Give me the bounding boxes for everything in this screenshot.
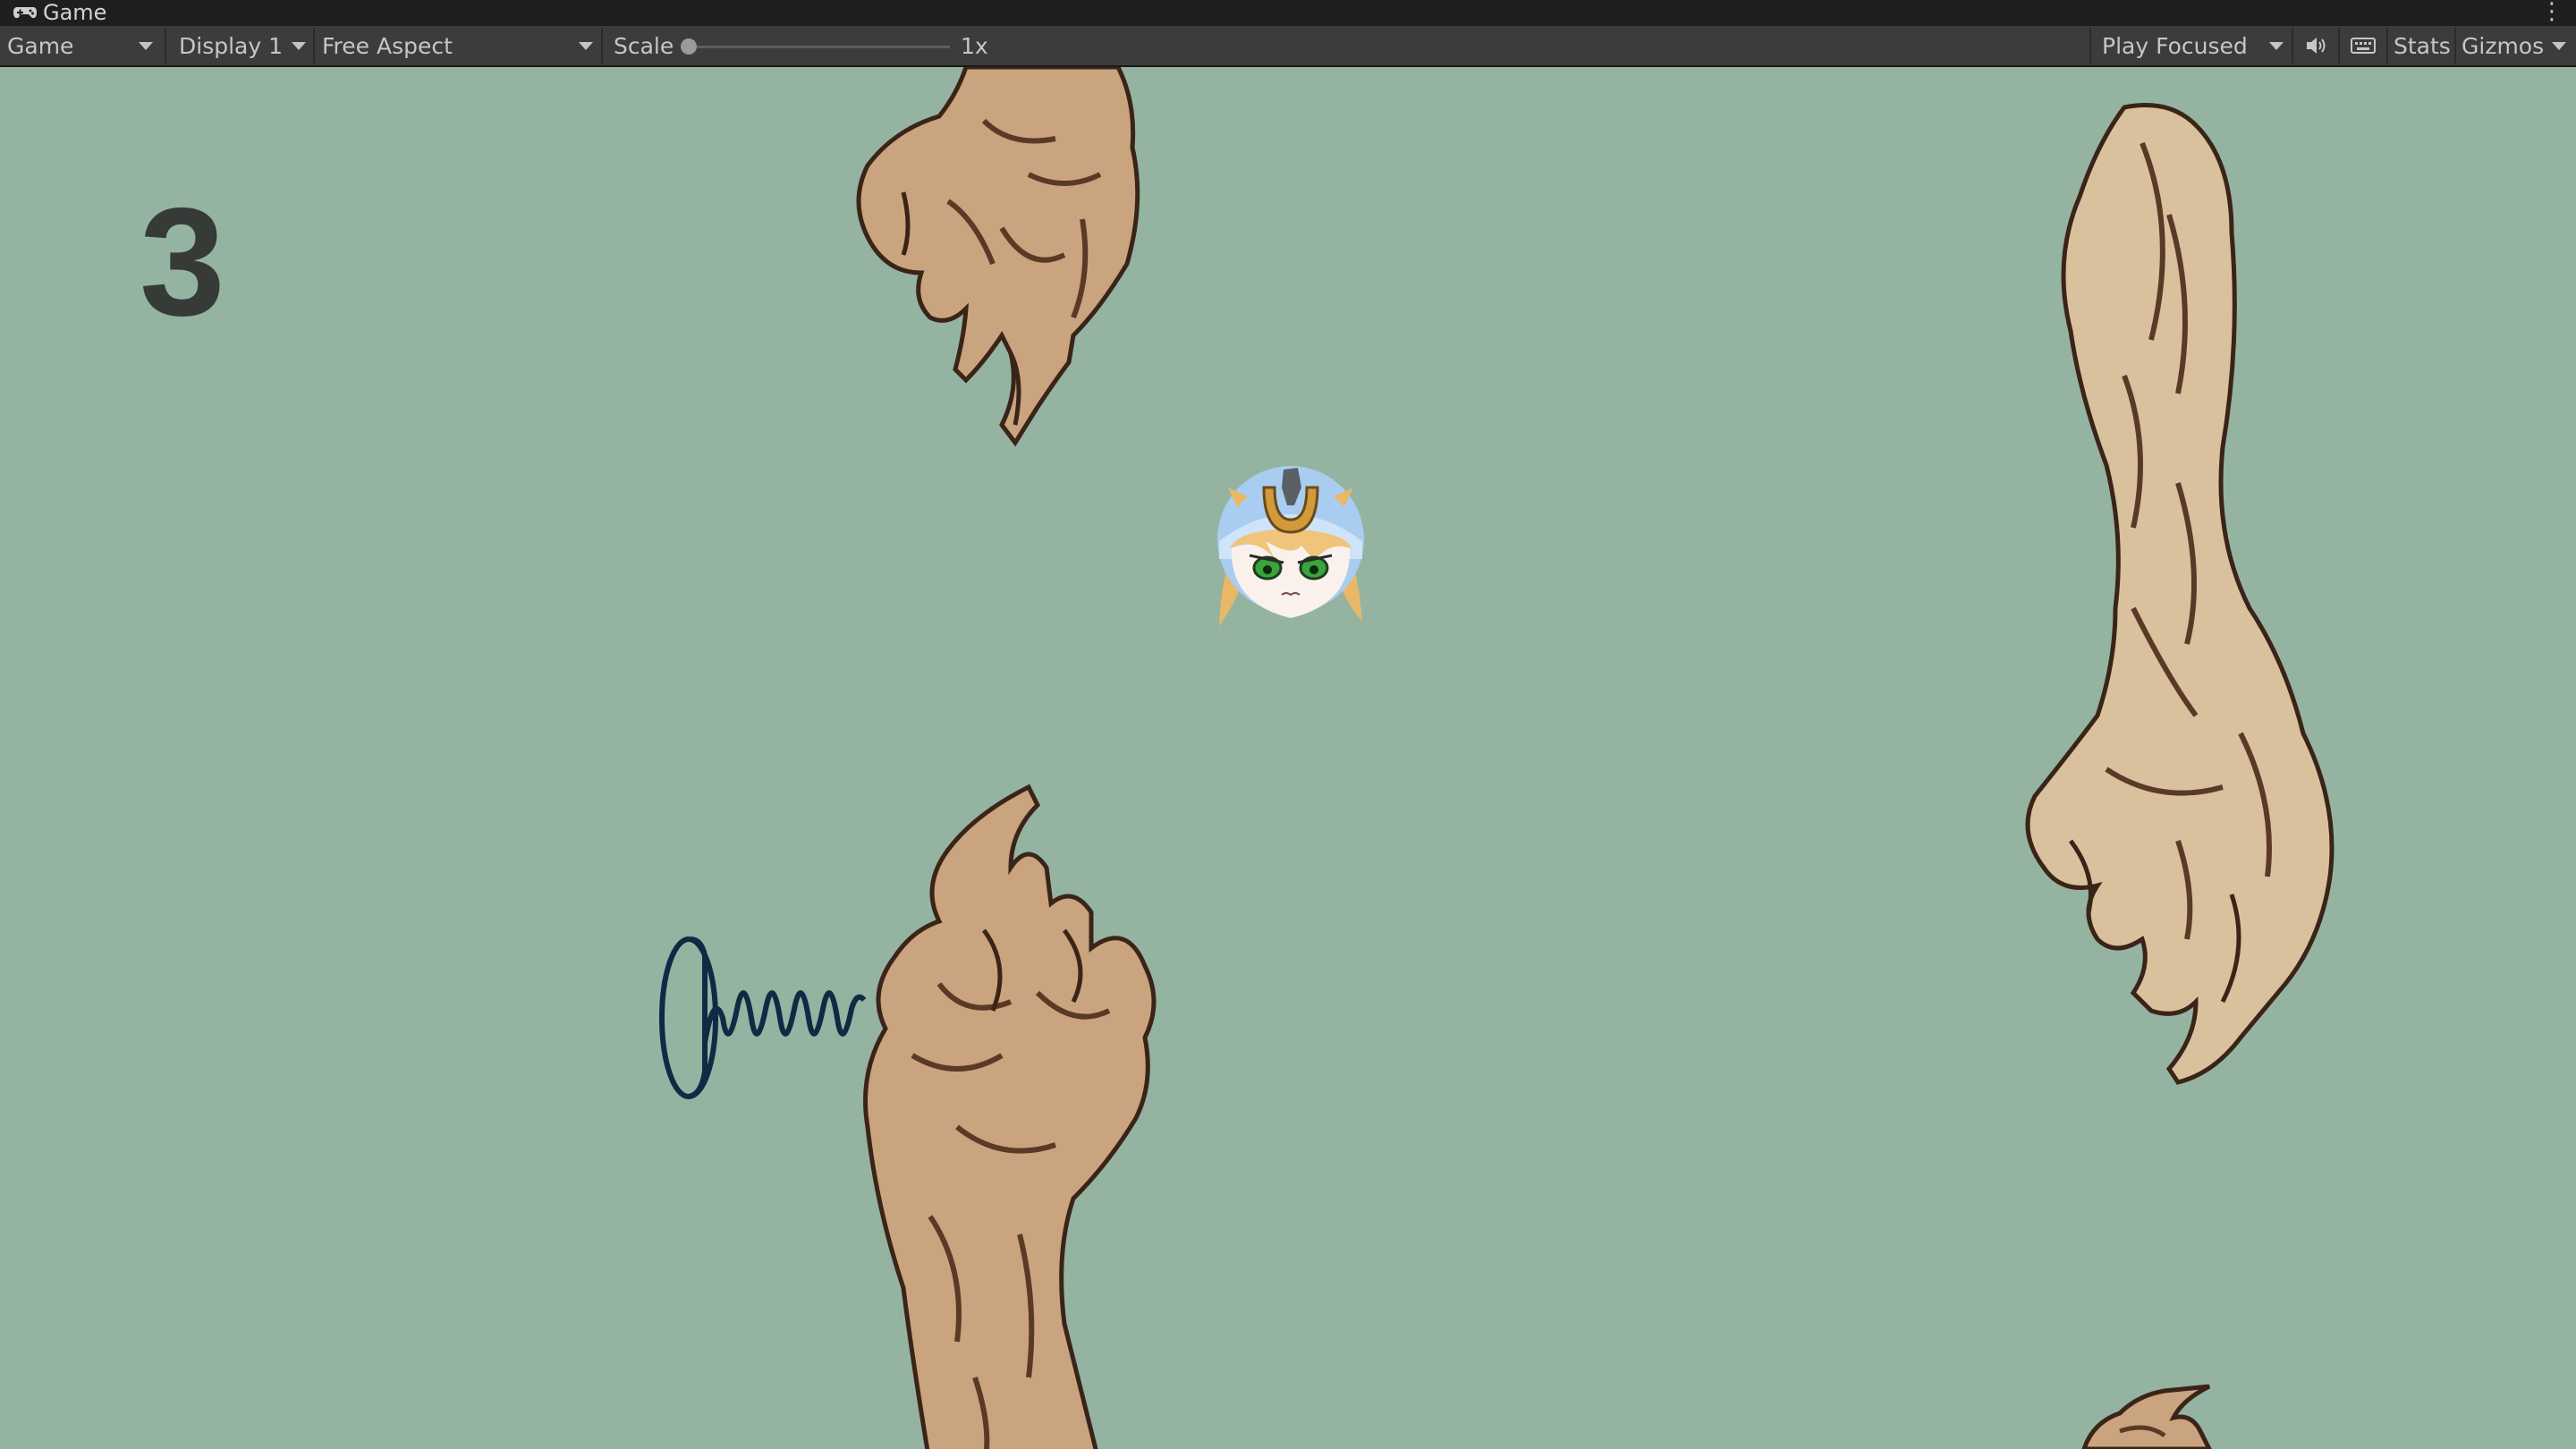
scale-slider-thumb[interactable]: [681, 38, 697, 55]
obstacle-claw-bottom: [863, 784, 1157, 1449]
player-character: [1217, 466, 1364, 626]
keyboard-icon[interactable]: [2345, 26, 2381, 65]
toolbar-divider: [601, 28, 603, 64]
game-tab-label: Game: [43, 0, 107, 25]
play-mode-value: Play Focused: [2102, 32, 2248, 59]
scale-slider-track[interactable]: [689, 46, 950, 48]
aspect-dropdown[interactable]: Free Aspect: [322, 26, 590, 65]
game-view-toolbar: Game Display 1 Free Aspect Scale 1x Play…: [0, 26, 2576, 67]
obstacle-claw-right: [2025, 103, 2334, 1085]
toolbar-divider: [2292, 28, 2293, 64]
toolbar-divider: [313, 28, 315, 64]
speaker-icon[interactable]: [2301, 26, 2333, 65]
game-tab[interactable]: Game: [13, 0, 106, 26]
toolbar-divider: [165, 28, 166, 64]
aspect-value: Free Aspect: [322, 32, 453, 59]
toolbar-divider: [2454, 28, 2456, 64]
play-mode-dropdown[interactable]: Play Focused: [2102, 26, 2263, 65]
view-mode-value: Game: [7, 32, 74, 59]
spring-powerup: [659, 936, 867, 1099]
score-counter: 3: [140, 176, 225, 348]
obstacle-claw-bottom-right: [2081, 1384, 2212, 1449]
chevron-down-icon: [139, 42, 153, 50]
scale-label: Scale: [614, 32, 674, 59]
chevron-down-icon: [292, 42, 306, 50]
toolbar-divider: [2089, 28, 2091, 64]
stats-button[interactable]: Stats: [2394, 26, 2451, 65]
display-value: Display 1: [179, 32, 284, 59]
scale-value: 1x: [961, 32, 988, 59]
obstacle-claw-top-left: [856, 67, 1140, 447]
chevron-down-icon: [2269, 42, 2284, 50]
toolbar-divider: [2338, 28, 2340, 64]
gamepad-icon: [13, 0, 38, 26]
window-titlebar: Game ⋮: [0, 0, 2576, 26]
gizmos-dropdown-chevron-icon[interactable]: [2552, 42, 2566, 50]
game-viewport[interactable]: 3: [0, 67, 2576, 1449]
chevron-down-icon: [579, 42, 593, 50]
gizmos-button[interactable]: Gizmos: [2462, 26, 2544, 65]
toolbar-divider: [2386, 28, 2388, 64]
kebab-menu-icon[interactable]: ⋮: [2540, 0, 2563, 23]
